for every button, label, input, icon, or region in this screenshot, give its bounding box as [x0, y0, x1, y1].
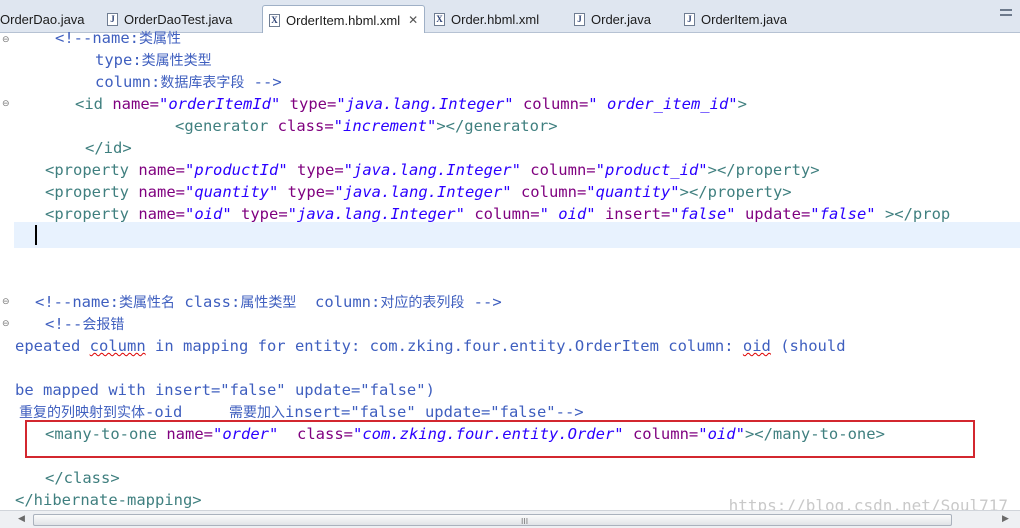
code-line: type:类属性类型 [95, 51, 212, 69]
tab-label: OrderDao.java [0, 12, 85, 27]
code-line: </hibernate-mapping> [15, 491, 202, 509]
text-caret [35, 225, 37, 245]
xml-editor[interactable]: ⊖ ⊖ ⊖ ⊖ <!--name:类属性 type:类属性类型 column:数… [0, 29, 1020, 515]
code-line: be mapped with insert="false" update="fa… [15, 381, 435, 399]
tab-orderitem-hbml-xml[interactable]: X OrderItem.hbml.xml ✕ [262, 5, 426, 34]
xml-file-icon: X [269, 13, 280, 27]
scrollbar-thumb[interactable]: III [33, 514, 952, 526]
java-file-icon: J [107, 13, 118, 26]
fold-collapse-icon[interactable]: ⊖ [2, 319, 10, 329]
code-line: <!--name:类属性名 class:属性类型 column:对应的表列段 -… [35, 293, 502, 311]
code-line: <id name="orderItemId" type="java.lang.I… [75, 95, 747, 113]
fold-collapse-icon[interactable]: ⊖ [2, 35, 10, 45]
view-menu-icon[interactable] [1000, 9, 1012, 19]
scroll-left-icon[interactable]: ◀ [18, 514, 25, 524]
tab-label: Order.hbml.xml [451, 12, 540, 27]
java-file-icon: J [684, 13, 695, 26]
fold-collapse-icon[interactable]: ⊖ [2, 99, 10, 109]
code-line: </class> [45, 469, 120, 487]
tab-label: OrderDaoTest.java [124, 12, 233, 27]
java-file-icon: J [574, 13, 585, 26]
close-tab-icon[interactable]: ✕ [408, 13, 418, 27]
xml-file-icon: X [434, 13, 445, 26]
code-line: <!--会报错 [45, 315, 125, 333]
fold-collapse-icon[interactable]: ⊖ [2, 297, 10, 307]
tab-label: Order.java [591, 12, 651, 27]
code-line: column:数据库表字段 --> [95, 73, 282, 91]
tab-orderitem-java[interactable]: J OrderItem.java [678, 6, 793, 33]
scroll-right-icon[interactable]: ▶ [1002, 514, 1009, 524]
code-line: <property name="productId" type="java.la… [45, 161, 820, 179]
highlight-box [25, 420, 975, 458]
code-line: <!--name:类属性 [55, 29, 181, 47]
tab-label: OrderItem.java [701, 12, 787, 27]
code-line: epeated column in mapping for entity: co… [15, 337, 846, 355]
grip-icon: III [521, 517, 529, 526]
code-line: <property name="quantity" type="java.lan… [45, 183, 792, 201]
tab-order-java[interactable]: J Order.java [568, 6, 657, 33]
tab-order-hbml-xml[interactable]: X Order.hbml.xml [428, 6, 545, 33]
code-line: </id> [85, 139, 132, 157]
code-line: <property name="oid" type="java.lang.Int… [45, 205, 951, 223]
current-line-highlight [14, 222, 1020, 248]
tab-label: OrderItem.hbml.xml [286, 12, 401, 28]
horizontal-scrollbar[interactable]: ◀ III ▶ [0, 510, 1020, 528]
code-line: <generator class="increment"></generator… [175, 117, 558, 135]
